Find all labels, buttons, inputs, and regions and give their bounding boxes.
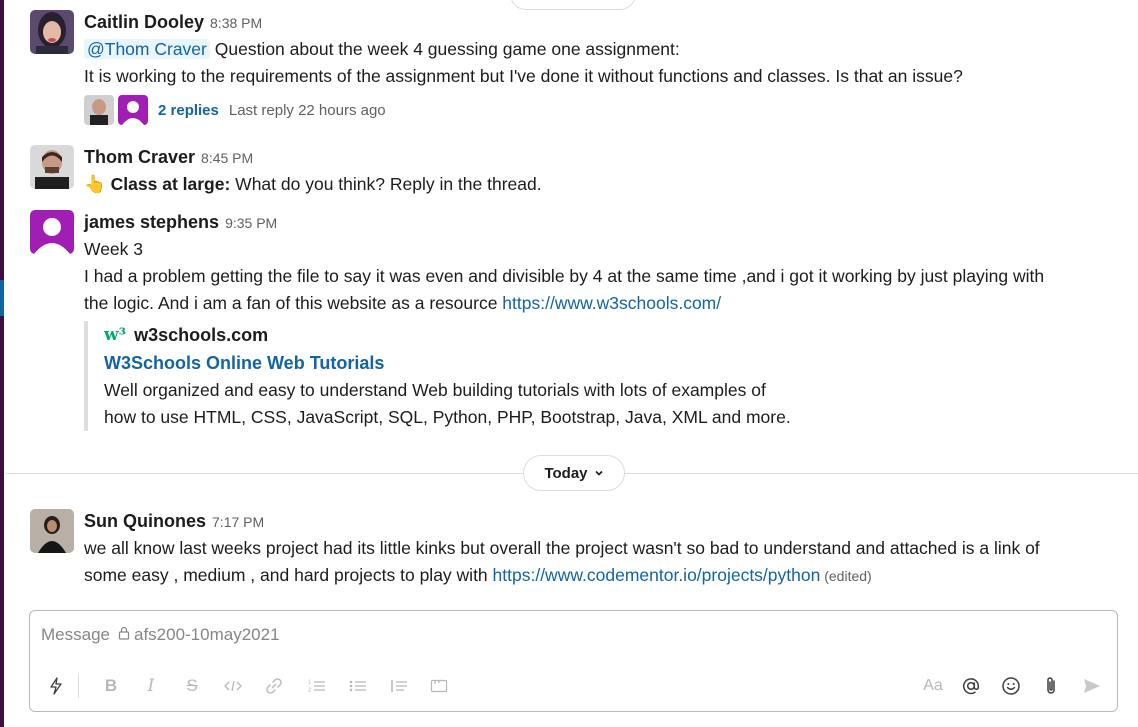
channel-name: afs200-10may2021 (133, 625, 280, 644)
message-timestamp[interactable]: 9:35 PM (225, 215, 277, 231)
mention-icon[interactable] (957, 671, 985, 701)
shortcuts-lightning-icon[interactable] (42, 671, 70, 701)
bold-icon[interactable]: B (97, 671, 125, 701)
thread-summary[interactable]: 2 replies Last reply 22 hours ago (84, 94, 1118, 126)
reply-avatar-thom-craver (84, 95, 114, 125)
day-divider-label: Today (544, 464, 588, 482)
send-icon[interactable] (1078, 671, 1106, 701)
unfurl-description: Well organized and easy to understand We… (104, 380, 766, 400)
composer-toolbar: B I S 12 Aa (30, 671, 1117, 701)
message-text: we all know last weeks project had its l… (84, 538, 1040, 558)
codementor-link[interactable]: https://www.codementor.io/projects/pytho… (493, 565, 821, 585)
sender-name[interactable]: Sun Quinones (84, 511, 206, 531)
message-placeholder: Message (41, 625, 110, 644)
ordered-list-icon[interactable]: 12 (303, 671, 331, 701)
date-divider-pill-previous[interactable] (510, 0, 636, 10)
sender-name[interactable]: james stephens (84, 212, 219, 232)
sender-name[interactable]: Caitlin Dooley (84, 12, 204, 32)
message-text: It is working to the requirements of the… (84, 66, 963, 86)
svg-text:1: 1 (308, 680, 312, 686)
message-timestamp[interactable]: 8:38 PM (210, 15, 262, 31)
w3schools-link[interactable]: https://www.w3schools.com/ (502, 293, 721, 313)
day-divider-button[interactable]: Today (523, 455, 625, 491)
message-timestamp[interactable]: 7:17 PM (212, 514, 264, 530)
message-bold-text: Class at large: (110, 174, 231, 194)
lock-icon (118, 625, 130, 645)
message-input[interactable]: Message afs200-10may2021 (41, 625, 280, 645)
link-icon[interactable] (260, 671, 288, 701)
sidebar-scroll-indicator (0, 280, 4, 316)
italic-icon[interactable]: I (137, 671, 165, 701)
code-icon[interactable] (219, 671, 247, 701)
message-timestamp[interactable]: 8:45 PM (201, 150, 253, 166)
attachment-paperclip-icon[interactable] (1037, 671, 1065, 701)
unfurl-site-name[interactable]: w3schools.com (134, 325, 268, 346)
message-text: What do you think? Reply in the thread. (230, 174, 542, 194)
message-composer[interactable]: Message afs200-10may2021 B I S 12 Aa (29, 610, 1118, 712)
reply-avatar-default (118, 95, 148, 125)
code-block-icon[interactable] (425, 671, 453, 701)
replies-count-link[interactable]: 2 replies (158, 102, 219, 119)
strikethrough-icon[interactable]: S (178, 671, 206, 701)
avatar-sun-quinones[interactable] (30, 509, 74, 553)
unfurl-description: how to use HTML, CSS, JavaScript, SQL, P… (104, 407, 791, 427)
message-text: Question about the week 4 guessing game … (209, 39, 680, 59)
workspace-sidebar-edge (0, 0, 4, 727)
text-formatting-toggle[interactable]: Aa (917, 671, 949, 701)
avatar-caitlin-dooley[interactable] (30, 10, 74, 54)
bulleted-list-icon[interactable] (344, 671, 372, 701)
pointing-up-emoji: 👆 (84, 174, 106, 194)
avatar-james-stephens[interactable] (30, 210, 74, 254)
link-unfurl-w3schools[interactable]: w³ w3schools.com W3Schools Online Web Tu… (84, 321, 1118, 431)
avatar-thom-craver[interactable] (30, 145, 74, 189)
message-text: the logic. And i am a fan of this websit… (84, 293, 503, 313)
message-text: some easy , medium , and hard projects t… (84, 565, 493, 585)
emoji-icon[interactable] (997, 671, 1025, 701)
sender-name[interactable]: Thom Craver (84, 147, 195, 167)
message-text: I had a problem getting the file to say … (84, 266, 1045, 286)
toolbar-separator (78, 674, 79, 698)
w3schools-logo-icon: w³ (104, 325, 127, 345)
svg-text:2: 2 (308, 688, 312, 694)
user-mention[interactable]: @Thom Craver (84, 39, 210, 59)
message-text: Week 3 (84, 239, 144, 259)
last-reply-time: Last reply 22 hours ago (228, 101, 386, 119)
unfurl-title-link[interactable]: W3Schools Online Web Tutorials (104, 349, 1118, 377)
blockquote-icon[interactable] (385, 671, 413, 701)
chevron-down-icon (594, 465, 604, 482)
edited-indicator: (edited) (820, 568, 872, 584)
